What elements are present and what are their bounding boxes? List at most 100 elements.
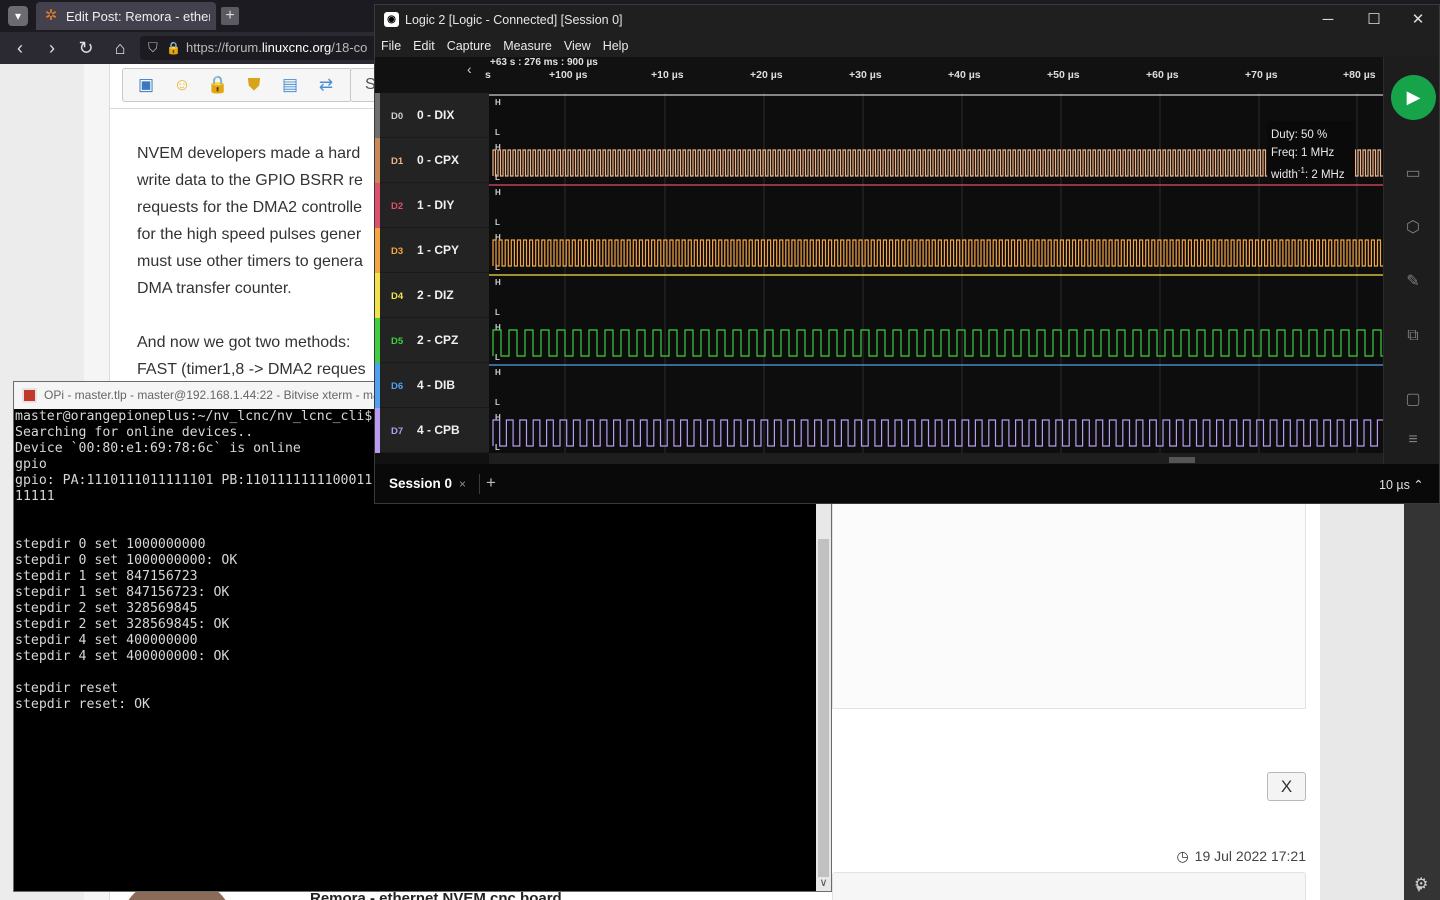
shield-icon[interactable]: ⛊ bbox=[241, 72, 267, 98]
lock-icon[interactable]: 🔒 bbox=[166, 36, 181, 60]
notes-icon[interactable]: ▢ bbox=[1400, 389, 1426, 411]
browser-tab-title: Edit Post: Remora - etherne bbox=[66, 8, 210, 24]
menu-measure[interactable]: Measure bbox=[503, 35, 552, 57]
measure-icon[interactable]: ✎ bbox=[1400, 271, 1426, 293]
page-dark-sidebar bbox=[1404, 504, 1440, 900]
channel-row[interactable]: D2 1 - DIY bbox=[375, 183, 489, 228]
width-label: width bbox=[1271, 168, 1298, 181]
measurement-tooltip: Duty: 50 % Freq: 1 MHz width-1: 2 MHz bbox=[1267, 121, 1355, 181]
logic-menu-bar: File Edit Capture Measure View Help bbox=[375, 35, 1439, 57]
signal-trace bbox=[492, 239, 1383, 267]
channel-row[interactable]: D5 2 - CPZ bbox=[375, 318, 489, 363]
insert-image-icon[interactable]: ▣ bbox=[133, 72, 159, 98]
channel-name: 0 - DIX bbox=[417, 108, 455, 122]
tick-label-edge: s bbox=[485, 69, 491, 81]
session-close-icon[interactable]: × bbox=[459, 477, 466, 491]
home-icon[interactable]: ⌂ bbox=[108, 36, 132, 60]
menu-help[interactable]: Help bbox=[603, 35, 629, 57]
close-button[interactable]: X bbox=[1267, 772, 1306, 801]
close-icon[interactable]: ✕ bbox=[1395, 5, 1440, 35]
width-readout: width-1: 2 MHz bbox=[1271, 162, 1351, 184]
logic-title-bar[interactable]: ◉ Logic 2 [Logic - Connected] [Session 0… bbox=[375, 5, 1439, 35]
url-domain: linuxcnc.org bbox=[261, 40, 332, 55]
tick-label: +10 µs bbox=[651, 69, 684, 81]
width-exponent: -1 bbox=[1297, 166, 1305, 175]
channel-name: 4 - DIB bbox=[417, 378, 456, 392]
tick-label: +70 µs bbox=[1245, 69, 1278, 81]
timescale-selector[interactable]: 10 µs ⌃ bbox=[1379, 477, 1424, 492]
channel-color-stripe bbox=[375, 318, 380, 363]
level-high-marker: H bbox=[495, 98, 501, 107]
horizontal-scroll-thumb[interactable] bbox=[1169, 457, 1195, 463]
reload-icon[interactable]: ↻ bbox=[74, 36, 98, 60]
channel-row[interactable]: D6 4 - DIB bbox=[375, 363, 489, 408]
level-low-marker: L bbox=[495, 218, 500, 227]
url-bar[interactable]: ⛉ 🔒 https://forum.linuxcnc.org/18-co bbox=[140, 36, 380, 60]
back-arrow-icon[interactable]: ‹ bbox=[8, 36, 32, 60]
level-low-marker: L bbox=[495, 353, 500, 362]
lock-icon[interactable]: 🔒 bbox=[205, 72, 231, 98]
level-low-marker: L bbox=[495, 398, 500, 407]
menu-view[interactable]: View bbox=[564, 35, 591, 57]
channel-name: 0 - CPX bbox=[417, 153, 460, 167]
collapse-sidebar-icon[interactable]: ‹ bbox=[467, 61, 472, 77]
extensions-icon[interactable]: ⧉ bbox=[1400, 325, 1426, 347]
gear-icon[interactable]: ⚙ bbox=[1414, 874, 1428, 894]
url-suffix: /18-co bbox=[331, 40, 368, 55]
waveform-canvas[interactable]: HLHLHLHLHLHLHLHL bbox=[489, 93, 1383, 453]
channel-number: D5 bbox=[391, 336, 404, 347]
forward-arrow-icon[interactable]: › bbox=[40, 36, 64, 60]
channel-number: D2 bbox=[391, 201, 404, 212]
post-date-text: 19 Jul 2022 17:21 bbox=[1194, 848, 1306, 864]
horizontal-scrollbar[interactable] bbox=[489, 453, 1383, 464]
channel-name: 2 - DIZ bbox=[417, 288, 454, 302]
level-high-marker: H bbox=[495, 188, 501, 197]
channel-row[interactable]: D4 2 - DIZ bbox=[375, 273, 489, 318]
logic2-window: ◉ Logic 2 [Logic - Connected] [Session 0… bbox=[374, 4, 1440, 504]
minimize-icon[interactable]: ─ bbox=[1305, 5, 1351, 35]
signal-trace bbox=[492, 329, 1383, 357]
logic-app-icon: ◉ bbox=[384, 12, 399, 27]
smiley-icon[interactable]: ☺ bbox=[169, 72, 195, 98]
signal-trace bbox=[492, 149, 1383, 177]
browser-tab-active[interactable]: ✲ Edit Post: Remora - etherne bbox=[36, 2, 216, 30]
menu-capture[interactable]: Capture bbox=[447, 35, 491, 57]
tick-label: +50 µs bbox=[1047, 69, 1080, 81]
channel-row[interactable]: D3 1 - CPY bbox=[375, 228, 489, 273]
add-session-icon[interactable]: + bbox=[486, 473, 496, 493]
width-value: : 2 MHz bbox=[1304, 168, 1345, 181]
channel-row[interactable]: D1 0 - CPX bbox=[375, 138, 489, 183]
channel-number: D6 bbox=[391, 381, 404, 392]
channel-row[interactable]: D0 0 - DIX bbox=[375, 93, 489, 138]
maximize-icon[interactable]: ☐ bbox=[1351, 5, 1397, 35]
hamburger-menu-icon[interactable]: ≡ bbox=[1400, 429, 1426, 451]
channel-name: 1 - DIY bbox=[417, 198, 455, 212]
menu-edit[interactable]: Edit bbox=[413, 35, 435, 57]
timeline-ruler[interactable]: s +100 µs +10 µs +20 µs +30 µs +40 µs +5… bbox=[485, 69, 1383, 93]
waveform-area[interactable]: HLHLHLHLHLHLHLHL bbox=[489, 93, 1383, 453]
attachment-panel bbox=[832, 504, 1306, 709]
insert-code-icon[interactable]: ⇄ bbox=[313, 72, 339, 98]
level-low-marker: L bbox=[495, 128, 500, 137]
terminal-scroll-thumb[interactable] bbox=[818, 539, 829, 877]
menu-file[interactable]: File bbox=[381, 35, 401, 57]
post-date: ◷ 19 Jul 2022 17:21 bbox=[1170, 848, 1306, 865]
tracking-shield-icon[interactable]: ⛉ bbox=[148, 36, 158, 60]
session-tab[interactable]: Session 0 bbox=[389, 476, 452, 491]
insert-video-icon[interactable]: ▤ bbox=[277, 72, 303, 98]
duty-readout: Duty: 50 % bbox=[1271, 129, 1328, 141]
freq-readout: Freq: 1 MHz bbox=[1271, 147, 1335, 159]
scroll-down-icon[interactable]: ∨ bbox=[816, 875, 831, 891]
channel-number: D7 bbox=[391, 426, 404, 437]
channel-number: D1 bbox=[391, 156, 404, 167]
analyzers-icon[interactable]: ⬡ bbox=[1400, 217, 1426, 239]
channel-color-stripe bbox=[375, 363, 380, 408]
device-icon[interactable]: ▭ bbox=[1400, 163, 1426, 185]
channel-row[interactable]: D7 4 - CPB bbox=[375, 408, 489, 453]
start-capture-button[interactable]: ▶ bbox=[1391, 75, 1436, 120]
new-tab-icon[interactable]: + bbox=[221, 7, 239, 25]
level-high-marker: H bbox=[495, 278, 501, 287]
browser-menu-icon[interactable]: ▾ bbox=[8, 6, 28, 26]
terminal-line: stepdir 1 set 847156723 bbox=[15, 569, 198, 584]
